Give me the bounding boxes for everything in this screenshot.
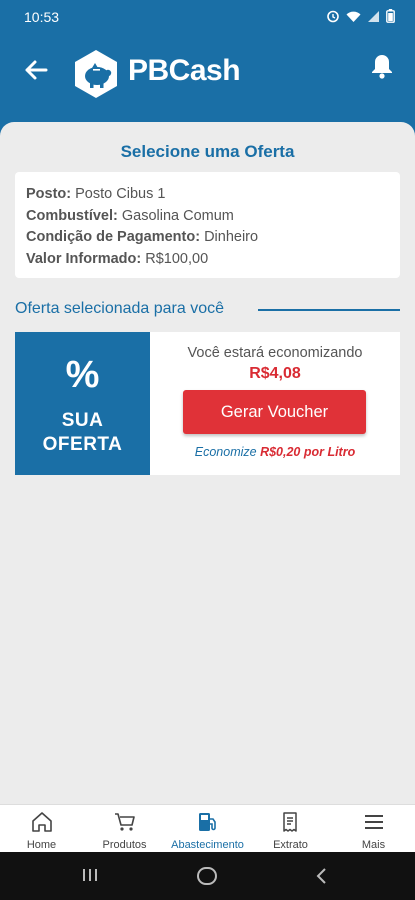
- battery-icon: [386, 9, 395, 23]
- nav-label: Abastecimento: [171, 839, 244, 851]
- fuel-pump-icon: [198, 813, 216, 831]
- menu-icon: [364, 815, 383, 829]
- signal-icon: [368, 10, 379, 22]
- android-nav-bar: [0, 852, 415, 900]
- status-time: 10:53: [24, 9, 60, 25]
- status-icons: [326, 9, 395, 23]
- percent-icon: %: [65, 354, 100, 396]
- offer-badge: % SUA OFERTA: [15, 332, 150, 475]
- home-system-button[interactable]: [196, 866, 218, 891]
- recent-apps-icon: [83, 869, 97, 881]
- savings-value: R$4,08: [249, 365, 301, 382]
- page-title: Selecione uma Oferta: [120, 142, 295, 161]
- nav-label: Produtos: [102, 839, 147, 851]
- circle-home-icon: [197, 867, 217, 885]
- app-name: PBCash: [128, 54, 241, 87]
- info-value: Dinheiro: [204, 229, 259, 245]
- section-divider: [258, 309, 400, 311]
- back-button[interactable]: [20, 54, 52, 86]
- nav-item-home[interactable]: Home: [0, 805, 83, 852]
- section-heading: Oferta selecionada para você: [15, 300, 225, 317]
- back-system-button[interactable]: [313, 866, 331, 891]
- generate-voucher-button[interactable]: Gerar Voucher: [183, 390, 366, 434]
- alarm-icon: [327, 10, 339, 23]
- info-row-payment: Condição de Pagamento: Dinheiro: [26, 227, 389, 249]
- nav-item-products[interactable]: Produtos: [83, 805, 166, 852]
- info-label: Posto:: [26, 186, 72, 202]
- bottom-nav: Home Produtos Abastecimento Extrato Mais: [0, 804, 415, 852]
- nav-item-more[interactable]: Mais: [332, 805, 415, 852]
- info-value: Gasolina Comum: [121, 207, 234, 224]
- wifi-icon: [346, 11, 361, 22]
- savings-label: Você estará economizando: [187, 345, 363, 361]
- arrow-left-icon: [25, 60, 48, 80]
- chevron-left-icon: [316, 868, 326, 884]
- offer-card: % SUA OFERTA Você estará economizando R$…: [15, 332, 400, 475]
- cart-icon: [114, 813, 135, 831]
- nav-item-fueling[interactable]: Abastecimento: [166, 805, 249, 852]
- bell-icon: [372, 55, 392, 79]
- nav-item-statement[interactable]: Extrato: [249, 805, 332, 852]
- main-content: Selecione uma Oferta Posto: Posto Cibus …: [0, 122, 415, 804]
- info-value: R$100,00: [145, 250, 209, 267]
- recent-apps-button[interactable]: [80, 866, 100, 889]
- receipt-icon: [282, 812, 297, 832]
- info-label: Condição de Pagamento:: [26, 229, 201, 245]
- info-value: Posto Cibus 1: [75, 186, 166, 202]
- offer-badge-line2: OFERTA: [42, 434, 123, 455]
- app-header: PBCash: [0, 34, 415, 122]
- notifications-button[interactable]: [369, 52, 395, 80]
- offer-badge-line1: SUA: [61, 410, 104, 431]
- piggy-bank-logo-icon: [75, 50, 117, 98]
- info-row-fuel: Combustível: Gasolina Comum: [26, 206, 389, 228]
- per-litre-prefix: Economize: [194, 445, 261, 459]
- status-bar: 10:53: [0, 0, 415, 34]
- info-row-amount: Valor Informado: R$100,00: [26, 249, 389, 271]
- home-icon: [31, 812, 52, 832]
- info-label: Valor Informado:: [26, 250, 142, 267]
- per-litre-value: R$0,20 por Litro: [260, 445, 356, 459]
- nav-label: Extrato: [273, 839, 308, 851]
- nav-label: Mais: [361, 839, 386, 851]
- per-litre-savings: Economize R$0,20 por Litro: [150, 445, 400, 459]
- nav-label: Home: [26, 839, 57, 851]
- fuel-info-card: Posto: Posto Cibus 1 Combustível: Gasoli…: [15, 172, 400, 278]
- info-row-station: Posto: Posto Cibus 1: [26, 184, 389, 206]
- info-label: Combustível:: [26, 207, 118, 224]
